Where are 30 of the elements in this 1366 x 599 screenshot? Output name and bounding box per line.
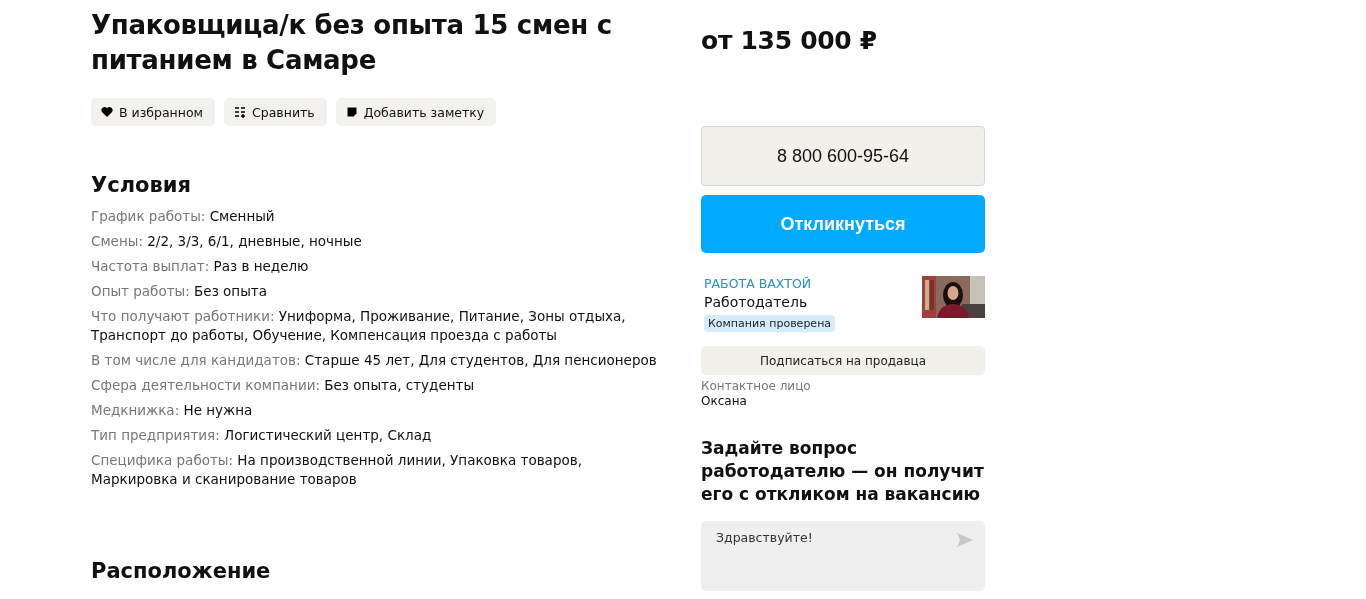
condition-text: График работы: Сменный: [91, 207, 276, 226]
condition-text: Специфика работы: На производственной линии, Упаковка товаров, Маркировка и сканирование товаров: [91, 451, 583, 489]
list-icon: [234, 106, 247, 118]
condition-text: Медкнижка: Не нужна: [91, 401, 254, 420]
condition-text: В том числе для кандидатов: Старше 45 лет, Для студентов, Для пенсионеров: [91, 351, 658, 370]
vacancy-title: Упаковщица/к без опыта 15 смен с питанием в Самаре: [91, 9, 613, 77]
condition-text: Опыт работы: Без опыта: [91, 282, 268, 301]
verified-badge: Компания проверена: [704, 315, 836, 332]
condition-text: Сфера деятельности компании: Без опыта, студенты: [91, 376, 476, 395]
phone-button[interactable]: 8 800 600-95-64: [701, 126, 985, 186]
contact-name: Оксана: [701, 394, 748, 408]
send-icon[interactable]: [957, 533, 973, 547]
section-heading: Расположение: [91, 559, 272, 583]
section-heading: Условия: [91, 173, 192, 197]
condition-text: Смены: 2/2, 3/3, 6/1, дневные, ночные: [91, 232, 363, 251]
question-heading: Задайте вопрос работодателю — он получит его с откликом на вакансию: [701, 437, 985, 506]
condition-text: Что получают работники: Униформа, Проживание, Питание, Зоны отдыха, Транспорт до работы, Обучение, Компенсация проезда с работы: [91, 307, 627, 345]
favorite-button[interactable]: В избранном: [91, 98, 216, 126]
condition-text: Тип предприятия: Логистический центр, Склад: [91, 426, 433, 445]
employer-link[interactable]: РАБОТА ВАХТОЙ: [704, 276, 812, 291]
heart-icon: [101, 106, 113, 118]
note-icon: [345, 106, 358, 118]
price-text: от 135 000 ₽: [701, 26, 878, 55]
contact-label: Контактное лицо: [701, 379, 812, 393]
condition-text: Частота выплат: Раз в неделю: [91, 257, 310, 276]
message-field[interactable]: Здравствуйте!: [701, 521, 985, 591]
note-button[interactable]: Добавить заметку: [335, 98, 497, 126]
employer-role: Работодатель: [704, 294, 808, 310]
subscribe-button[interactable]: Подписаться на продавца: [701, 346, 985, 375]
compare-button[interactable]: Сравнить: [224, 98, 327, 126]
